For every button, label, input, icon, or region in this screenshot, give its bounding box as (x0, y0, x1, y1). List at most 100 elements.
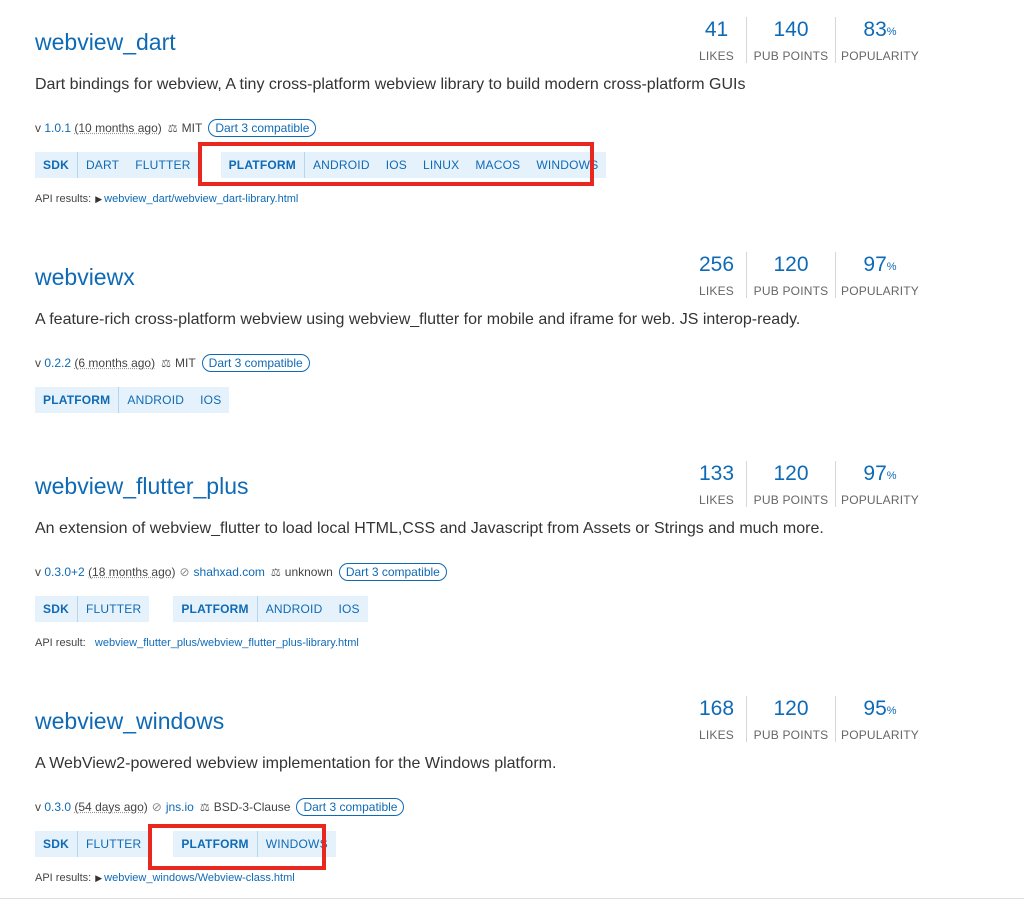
dart3-compatible-badge[interactable]: Dart 3 compatible (201, 354, 310, 372)
package-title-link[interactable]: webview_flutter_plus (35, 473, 249, 500)
pub-points-value: 140 (773, 18, 809, 41)
package-scores: 41 LIKES 140 PUB POINTS 83% POPULARITY (687, 17, 924, 63)
package-metadata: v 0.3.0+2 (18 months ago) ⊘ shahxad.com ⚖… (35, 563, 447, 581)
popularity-value: 97% (863, 253, 897, 276)
pub-points-score[interactable]: 120 PUB POINTS (746, 252, 835, 298)
publisher-link[interactable]: jns.io (166, 800, 194, 814)
api-results: API results: ▶ webview_dart/webview_dart-l… (35, 193, 298, 205)
version-link[interactable]: 0.3.0 (44, 800, 71, 814)
dart3-compatible-badge[interactable]: Dart 3 compatible (208, 119, 317, 137)
package-title-link[interactable]: webview_windows (35, 708, 224, 735)
pub-points-label: PUB POINTS (753, 493, 829, 507)
likes-score[interactable]: 256 LIKES (687, 252, 746, 298)
version-link[interactable]: 0.2.2 (44, 356, 71, 370)
pub-points-score[interactable]: 140 PUB POINTS (746, 17, 835, 63)
package-scores: 168 LIKES 120 PUB POINTS 95% POPULARITY (687, 696, 924, 742)
likes-label: LIKES (698, 49, 735, 63)
dart3-compatible-badge[interactable]: Dart 3 compatible (338, 563, 447, 581)
sdk-tag-group: SDK FLUTTER (35, 596, 150, 622)
pub-points-label: PUB POINTS (753, 49, 829, 63)
likes-score[interactable]: 168 LIKES (687, 696, 746, 742)
license-text: BSD-3-Clause (213, 800, 291, 814)
api-results-label: API result: (35, 637, 86, 649)
popularity-label: POPULARITY (840, 49, 920, 63)
version-prefix: v (35, 356, 41, 370)
popularity-label: POPULARITY (840, 493, 920, 507)
dart3-compatible-badge[interactable]: Dart 3 compatible (296, 798, 405, 816)
sdk-tag-group: SDK FLUTTER (35, 831, 150, 857)
version-prefix: v (35, 800, 41, 814)
balance-scale-icon: ⚖ (270, 566, 281, 579)
verified-publisher-icon: ⊘ (179, 565, 190, 579)
pub-points-value: 120 (773, 462, 809, 485)
package-description: A feature-rich cross-platform webview us… (35, 311, 801, 328)
tag-sdk[interactable]: SDK (35, 596, 78, 622)
package-scores: 133 LIKES 120 PUB POINTS 97% POPULARITY (687, 461, 924, 507)
tag-dart[interactable]: DART (78, 152, 127, 178)
pub-points-score[interactable]: 120 PUB POINTS (746, 696, 835, 742)
tag-android[interactable]: ANDROID (258, 596, 331, 622)
triangle-right-icon[interactable]: ▶ (95, 194, 102, 204)
balance-scale-icon: ⚖ (167, 122, 178, 135)
license-text: MIT (174, 356, 196, 370)
popularity-score[interactable]: 95% POPULARITY (835, 696, 924, 742)
package-tags: SDK FLUTTER PLATFORM ANDROID IOS (35, 596, 380, 622)
api-result-link[interactable]: webview_dart/webview_dart-library.html (104, 193, 298, 205)
package-scores: 256 LIKES 120 PUB POINTS 97% POPULARITY (687, 252, 924, 298)
version-age: (54 days ago) (74, 800, 148, 814)
popularity-label: POPULARITY (840, 728, 920, 742)
version-age: (6 months ago) (74, 356, 156, 370)
version-age: (18 months ago) (88, 565, 176, 579)
likes-label: LIKES (698, 284, 735, 298)
pub-points-score[interactable]: 120 PUB POINTS (746, 461, 835, 507)
tag-ios[interactable]: IOS (192, 387, 229, 413)
likes-value: 133 (698, 462, 735, 485)
version-prefix: v (35, 565, 41, 579)
popularity-label: POPULARITY (840, 284, 920, 298)
tag-flutter[interactable]: FLUTTER (78, 831, 149, 857)
sdk-tag-group: SDK DART FLUTTER (35, 152, 199, 178)
likes-label: LIKES (698, 728, 735, 742)
tag-flutter[interactable]: FLUTTER (127, 152, 198, 178)
tag-android[interactable]: ANDROID (119, 387, 192, 413)
tag-platform[interactable]: PLATFORM (173, 596, 258, 622)
publisher-link[interactable]: shahxad.com (194, 565, 265, 579)
triangle-right-icon[interactable]: ▶ (95, 873, 102, 883)
tag-flutter[interactable]: FLUTTER (78, 596, 149, 622)
package-description: An extension of webview_flutter to load … (35, 520, 824, 537)
api-results-label: API results: (35, 193, 92, 205)
version-age: (10 months ago) (74, 121, 162, 135)
package-tags: PLATFORM ANDROID IOS (35, 387, 241, 413)
tag-sdk[interactable]: SDK (35, 831, 78, 857)
package-description: Dart bindings for webview, A tiny cross-… (35, 76, 746, 93)
api-result-link[interactable]: webview_flutter_plus/webview_flutter_plu… (95, 637, 359, 649)
license-text: MIT (181, 121, 203, 135)
popularity-score[interactable]: 97% POPULARITY (835, 252, 924, 298)
package-metadata: v 0.2.2 (6 months ago) ⚖ MIT Dart 3 compa… (35, 354, 310, 372)
version-link[interactable]: 0.3.0+2 (44, 565, 84, 579)
popularity-value: 95% (863, 697, 897, 720)
platform-tag-group: PLATFORM ANDROID IOS (35, 387, 230, 413)
divider (0, 898, 1024, 899)
pub-points-label: PUB POINTS (753, 728, 829, 742)
api-results: API result: webview_flutter_plus/webview… (35, 637, 359, 649)
tag-platform[interactable]: PLATFORM (35, 387, 120, 413)
likes-value: 256 (698, 253, 735, 276)
popularity-score[interactable]: 97% POPULARITY (835, 461, 924, 507)
tag-ios[interactable]: IOS (330, 596, 367, 622)
license-text: unknown (284, 565, 333, 579)
tag-sdk[interactable]: SDK (35, 152, 78, 178)
likes-score[interactable]: 133 LIKES (687, 461, 746, 507)
likes-score[interactable]: 41 LIKES (687, 17, 746, 63)
likes-value: 41 (704, 18, 729, 41)
api-results: API results: ▶ webview_windows/Webview-cla… (35, 872, 295, 884)
package-title-link[interactable]: webviewx (35, 264, 135, 291)
pub-points-value: 120 (773, 253, 809, 276)
balance-scale-icon: ⚖ (161, 357, 171, 370)
version-link[interactable]: 1.0.1 (44, 121, 71, 135)
popularity-score[interactable]: 83% POPULARITY (835, 17, 924, 63)
api-result-link[interactable]: webview_windows/Webview-class.html (104, 872, 295, 884)
highlight-box (198, 142, 594, 186)
package-title-link[interactable]: webview_dart (35, 29, 176, 56)
likes-value: 168 (698, 697, 735, 720)
